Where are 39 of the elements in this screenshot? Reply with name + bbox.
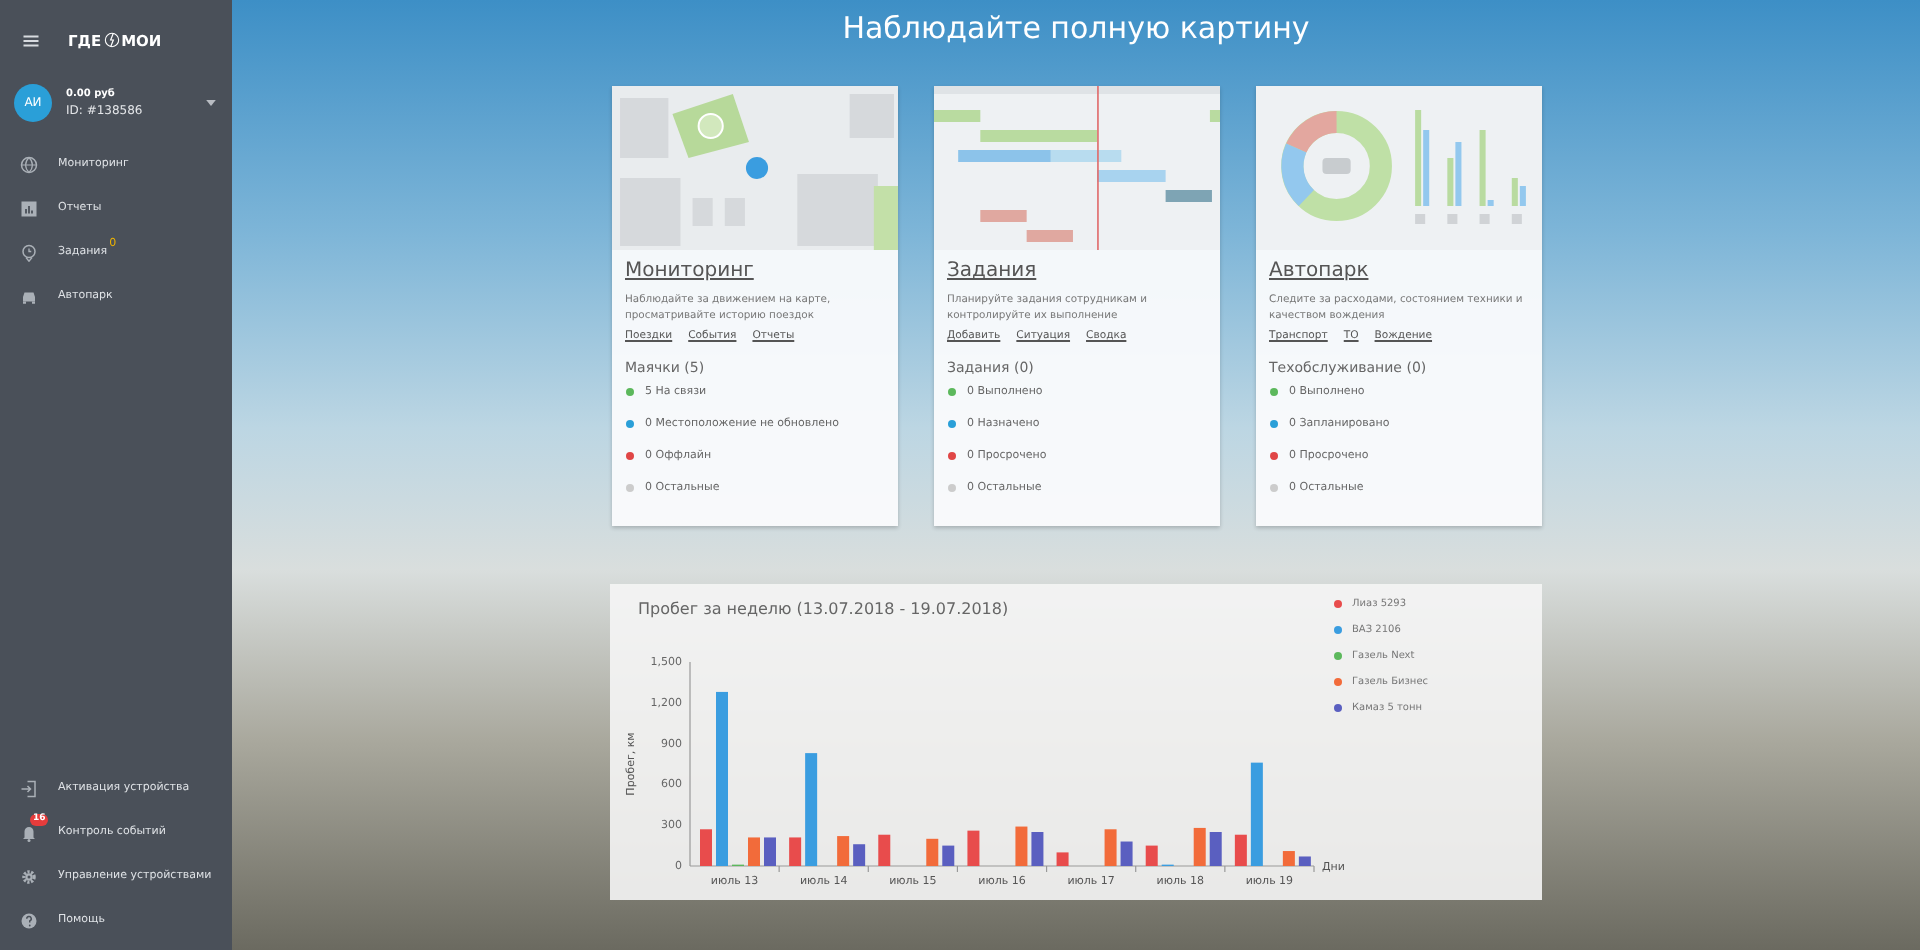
chart-bar — [1234, 834, 1247, 866]
chart-bar — [1031, 832, 1044, 866]
settings-icon — [20, 867, 38, 885]
chart-bar — [942, 845, 955, 866]
chart-bar — [789, 837, 802, 866]
chart-bar — [1209, 832, 1222, 866]
help-icon — [20, 911, 38, 929]
caret-icon[interactable] — [206, 100, 216, 106]
chart-bar — [805, 753, 818, 866]
chart-bar — [764, 837, 776, 866]
chart-bar — [926, 838, 939, 866]
chart-bar — [1056, 852, 1069, 866]
chart-bar — [1104, 829, 1117, 866]
chart-icon — [20, 199, 38, 217]
car-icon — [20, 287, 38, 305]
card-title-link[interactable]: Автопарк — [1269, 260, 1529, 282]
chart-bar — [853, 844, 866, 866]
chart-bar — [967, 830, 980, 866]
chart-title: Пробег за неделю (13.07.2018 - 19.07.2018) — [636, 598, 1011, 618]
location-pin-icon — [20, 243, 38, 261]
page-title: Наблюдайте полную картину — [842, 10, 1310, 50]
chart-bar — [1250, 762, 1263, 866]
chart-bar — [1120, 841, 1133, 866]
chart-bar — [1282, 851, 1295, 866]
chart-bar — [878, 834, 891, 866]
bell-icon — [20, 823, 38, 841]
chart-bar — [1298, 856, 1311, 866]
compass-icon — [103, 32, 120, 48]
chart-bar — [1193, 827, 1206, 866]
card-title-link[interactable]: Мониторинг — [625, 260, 885, 282]
chart-bar — [1145, 845, 1158, 866]
menu-icon[interactable] — [22, 31, 40, 49]
chart-bar — [700, 829, 712, 866]
chart-bar — [1015, 826, 1028, 866]
chart-bar — [748, 837, 760, 866]
card-title-link[interactable]: Задания — [947, 260, 1207, 282]
globe-icon — [20, 155, 38, 173]
chart-bar — [837, 836, 850, 866]
sign-in-icon — [20, 779, 38, 797]
